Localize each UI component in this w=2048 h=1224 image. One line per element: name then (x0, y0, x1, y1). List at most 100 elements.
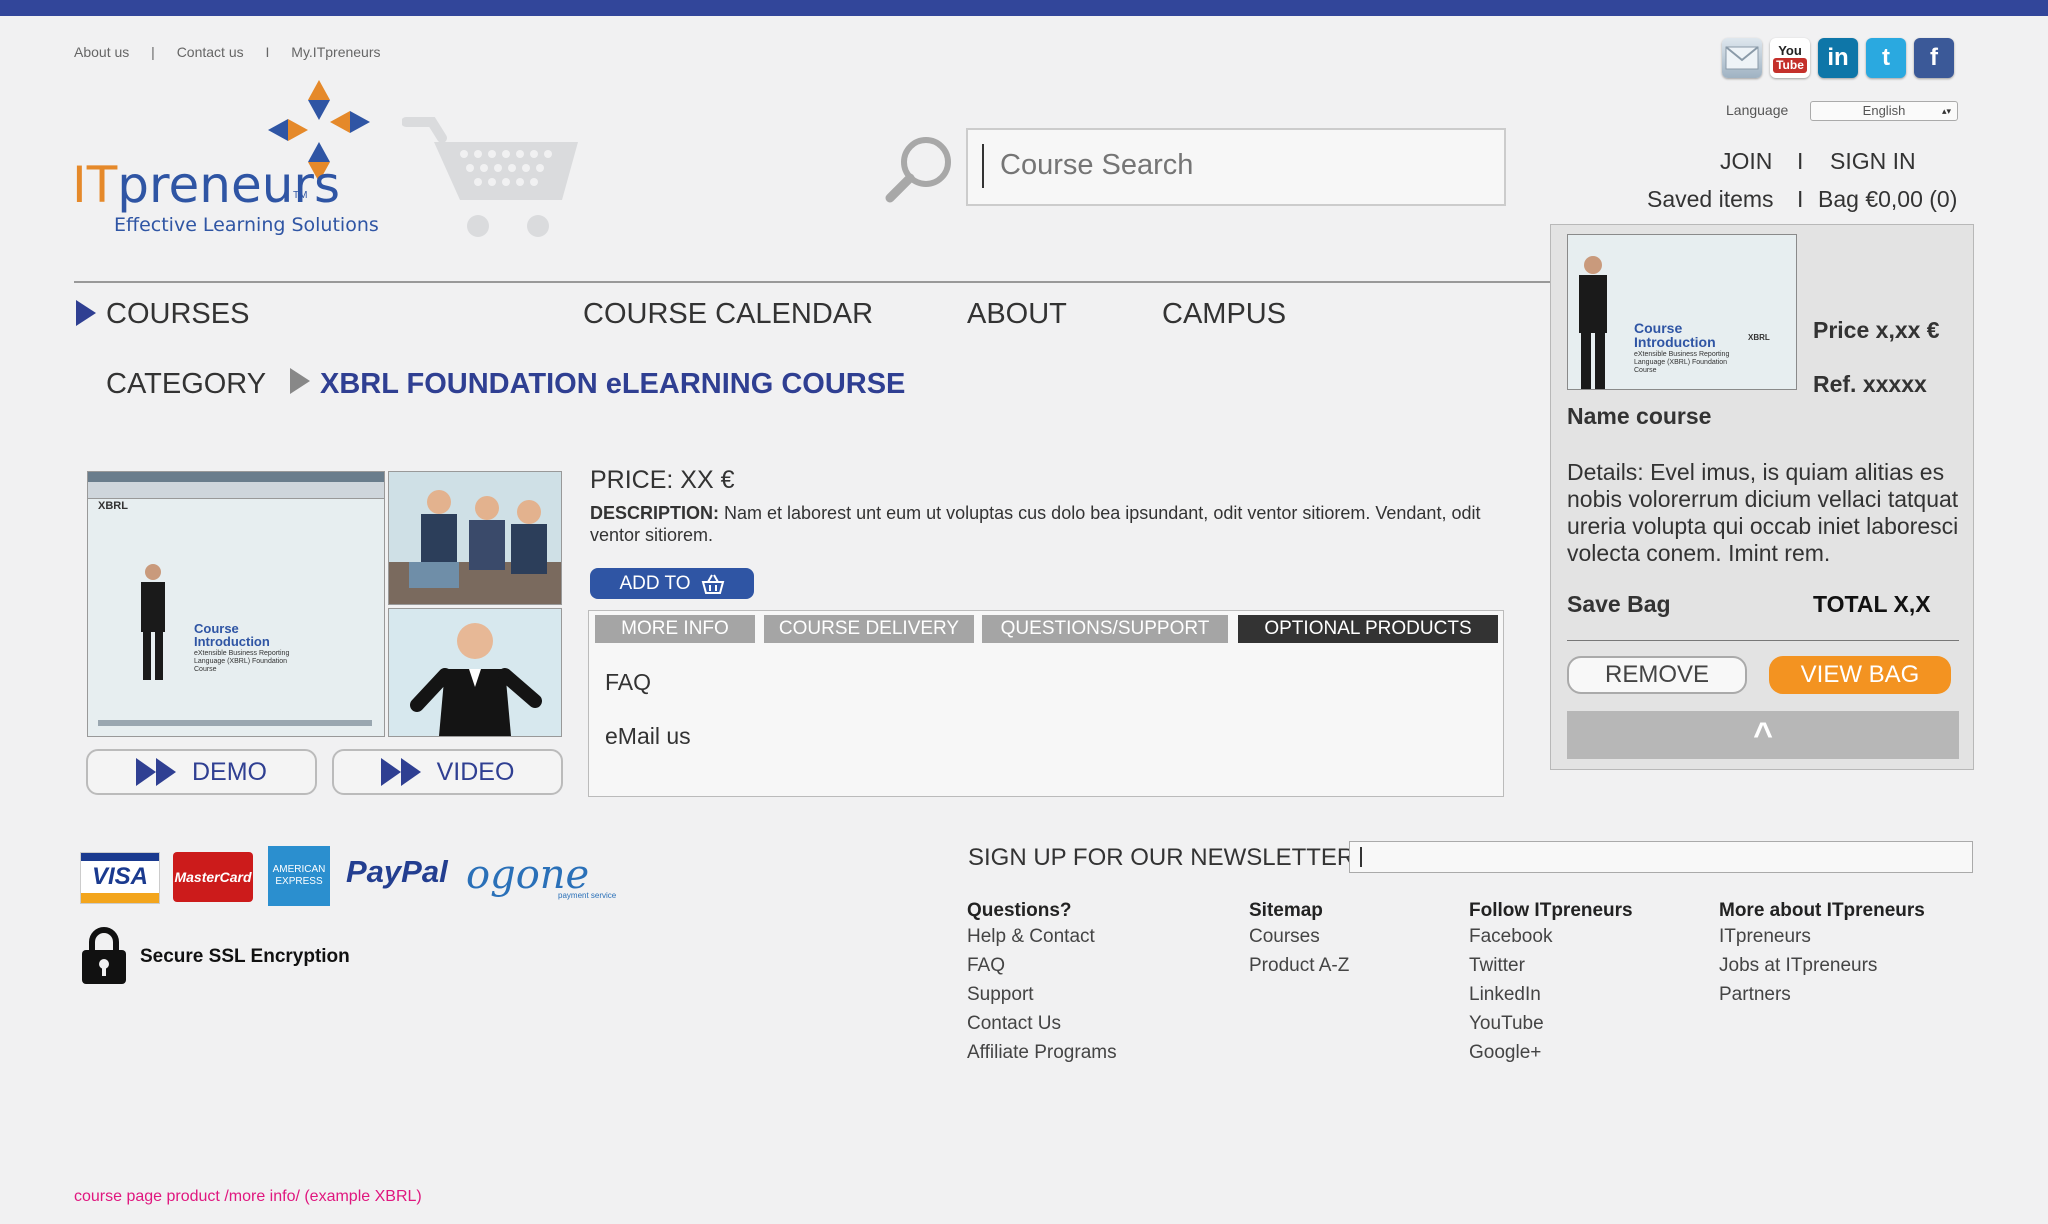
language-value: English (1862, 103, 1906, 118)
mastercard-logo: MasterCard (173, 852, 253, 902)
bag-dropdown-panel: Course Introduction eXtensible Business … (1550, 224, 1974, 770)
bag-item-price: Price x,xx € (1813, 317, 1940, 343)
footer-link-jobs[interactable]: Jobs at ITpreneurs (1719, 951, 1925, 980)
tab-course-delivery[interactable]: COURSE DELIVERY (764, 615, 974, 643)
nav-courses[interactable]: COURSES (106, 298, 249, 331)
bag-item-details: Details: Evel imus, is quiam alitias es … (1567, 459, 1959, 566)
sign-in-link[interactable]: SIGN IN (1830, 148, 1916, 175)
bag-link[interactable]: Bag €0,00 (0) (1818, 186, 1957, 213)
thumb-title-1: Course (1634, 320, 1683, 336)
footer-link-twitter[interactable]: Twitter (1469, 951, 1633, 980)
about-us-link[interactable]: About us (74, 44, 129, 60)
footer-link-google-plus[interactable]: Google+ (1469, 1038, 1633, 1067)
view-bag-button[interactable]: VIEW BAG (1769, 656, 1951, 694)
account-separator: I (1797, 148, 1804, 174)
remove-button[interactable]: REMOVE (1567, 656, 1747, 694)
nav-course-calendar[interactable]: COURSE CALENDAR (583, 298, 873, 331)
my-itpreneurs-link[interactable]: My.ITpreneurs (291, 44, 380, 60)
footer-link-support[interactable]: Support (967, 980, 1117, 1009)
footer-heading: More about ITpreneurs (1719, 900, 1925, 921)
presenter-figure-icon (1579, 256, 1607, 389)
youtube-icon[interactable]: You Tube (1770, 38, 1810, 78)
footer-link-faq[interactable]: FAQ (967, 951, 1117, 980)
people-meeting-thumbnail[interactable] (388, 471, 562, 605)
add-to-basket-button[interactable]: ADD TO (590, 568, 754, 599)
ogone-caption: payment service (558, 891, 617, 900)
thumb-brand: XBRL (98, 500, 128, 512)
presenter-video-thumbnail[interactable] (388, 608, 562, 737)
footer-link-affiliate-programs[interactable]: Affiliate Programs (967, 1038, 1117, 1067)
email-us-link[interactable]: eMail us (605, 723, 691, 750)
fast-forward-icon (136, 758, 176, 786)
nav-campus[interactable]: CAMPUS (1162, 298, 1286, 331)
newsletter-label: SIGN UP FOR OUR NEWSLETTER (968, 844, 1355, 871)
language-select[interactable]: English ▴▾ (1810, 101, 1958, 121)
bag-item-ref: Ref. xxxxx (1813, 371, 1927, 397)
visa-logo: VISA (80, 852, 160, 904)
demo-button[interactable]: DEMO (86, 749, 317, 795)
saved-items-link[interactable]: Saved items (1647, 186, 1774, 213)
logo-wordmark[interactable]: ITpreneurs (72, 156, 340, 214)
footer-link-linkedin[interactable]: LinkedIn (1469, 980, 1633, 1009)
page-title: XBRL FOUNDATION eLEARNING COURSE (320, 368, 906, 400)
thumb-title-2: Introduction (1634, 334, 1716, 350)
demo-label: DEMO (192, 757, 267, 786)
logo-trademark: TM (293, 190, 308, 201)
tab-optional-products[interactable]: OPTIONAL PRODUCTS (1238, 615, 1498, 643)
linkedin-icon[interactable]: in (1818, 38, 1858, 78)
footer-column-more-about: More about ITpreneurs ITpreneurs Jobs at… (1719, 900, 1925, 1009)
faq-link[interactable]: FAQ (605, 669, 651, 696)
bag-item-name: Name course (1567, 403, 1712, 429)
amex-logo: AMERICAN EXPRESS (268, 846, 330, 906)
bag-total: TOTAL X,X (1813, 591, 1931, 617)
wireframe-note: course page product /more info/ (example… (74, 1188, 422, 1205)
footer-link-help-contact[interactable]: Help & Contact (967, 922, 1117, 951)
footer-link-courses[interactable]: Courses (1249, 922, 1349, 951)
bag-item-thumbnail[interactable]: Course Introduction eXtensible Business … (1567, 234, 1797, 390)
save-bag-link[interactable]: Save Bag (1567, 591, 1671, 618)
breadcrumb-arrow-icon (290, 368, 310, 394)
tab-questions-support[interactable]: QUESTIONS/SUPPORT (982, 615, 1228, 643)
add-to-label: ADD TO (619, 572, 691, 594)
collapse-bag-button[interactable]: ^ (1567, 711, 1959, 759)
search-icon[interactable] (884, 134, 956, 206)
contact-us-link[interactable]: Contact us (177, 44, 244, 60)
main-preview-thumbnail[interactable]: XBRL Course Introduction eXtensible Busi… (87, 471, 385, 737)
bag-divider (1567, 640, 1959, 641)
thumb-subtitle: eXtensible Business Reporting Language (… (1634, 351, 1730, 374)
twitter-icon[interactable]: t (1866, 38, 1906, 78)
account-separator: I (1797, 186, 1804, 212)
facebook-icon[interactable]: f (1914, 38, 1954, 78)
breadcrumb-category[interactable]: CATEGORY (106, 368, 266, 401)
tab-more-info[interactable]: MORE INFO (595, 615, 755, 643)
header-divider (74, 281, 1552, 283)
product-description: DESCRIPTION: Nam et laborest unt eum ut … (590, 502, 1490, 546)
fast-forward-icon (380, 758, 421, 786)
email-icon[interactable] (1722, 38, 1762, 78)
shopping-cart-icon[interactable] (402, 114, 582, 244)
product-price: PRICE: XX € (590, 466, 735, 494)
footer-link-facebook[interactable]: Facebook (1469, 922, 1633, 951)
video-button[interactable]: VIDEO (332, 749, 563, 795)
newsletter-input[interactable] (1349, 841, 1973, 873)
ssl-label: Secure SSL Encryption (140, 946, 350, 967)
footer-heading: Sitemap (1249, 900, 1323, 921)
top-accent-bar (0, 0, 2048, 16)
description-text: Nam et laborest unt eum ut voluptas cus … (590, 503, 1481, 545)
footer-link-partners[interactable]: Partners (1719, 980, 1925, 1009)
separator: | (151, 44, 155, 60)
thumb-title-2: Introduction (194, 634, 270, 649)
footer-link-youtube[interactable]: YouTube (1469, 1009, 1633, 1038)
footer-link-itpreneurs[interactable]: ITpreneurs (1719, 922, 1925, 951)
footer-link-contact-us[interactable]: Contact Us (967, 1009, 1117, 1038)
footer-link-product-a-z[interactable]: Product A-Z (1249, 951, 1349, 980)
top-links: About us | Contact us I My.ITpreneurs (74, 44, 399, 60)
nav-active-arrow-icon (76, 300, 96, 326)
search-input[interactable] (998, 148, 1482, 183)
nav-about[interactable]: ABOUT (967, 298, 1067, 331)
search-box[interactable] (966, 128, 1506, 206)
meeting-illustration-icon (389, 490, 561, 604)
paypal-logo: PayPal (346, 854, 448, 889)
join-link[interactable]: JOIN (1720, 148, 1772, 175)
thumb-subtitle: eXtensible Business Reporting Language (… (194, 650, 290, 673)
